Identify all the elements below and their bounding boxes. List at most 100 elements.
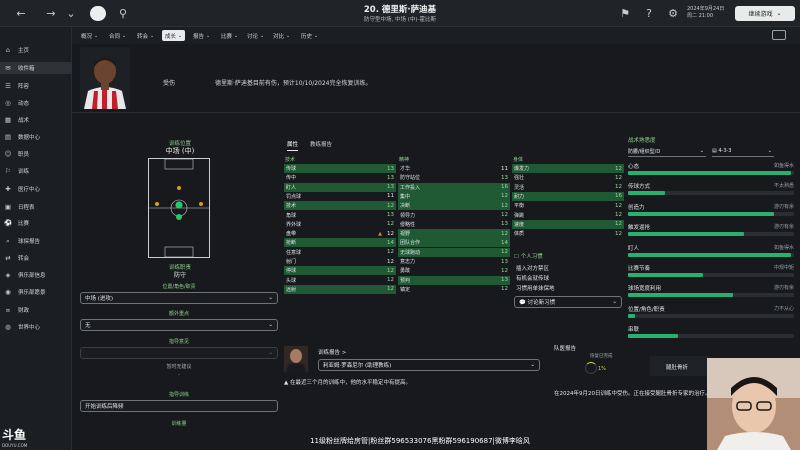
familiarity-row[interactable]: 串联 <box>628 324 794 341</box>
forward-arrow-icon[interactable]: → <box>42 5 60 22</box>
sidebar-item[interactable]: ◍ 世界中心 <box>0 321 72 333</box>
attribute-row[interactable]: 团队合作 14 <box>398 238 510 248</box>
attribute-row[interactable]: 抢断 14 <box>284 238 396 248</box>
tab-item[interactable]: 成长 ⌄ <box>162 30 186 41</box>
sidebar-item[interactable]: ▣ 日程表 <box>0 201 72 213</box>
attribute-row[interactable]: 灵活 12 <box>512 183 624 192</box>
attribute-row[interactable]: 头球 12 <box>284 276 396 285</box>
familiarity-row[interactable]: 心态 如鱼得水 <box>628 161 794 178</box>
familiarity-row[interactable]: 位置/角色/职责 力不从心 <box>628 304 794 321</box>
attribute-row[interactable]: 强壮 12 <box>512 173 624 182</box>
screen-capture-icon[interactable] <box>772 30 786 40</box>
attribute-row[interactable]: 视野 12 <box>398 229 510 239</box>
tab-item[interactable]: 合同 ⌄ <box>106 30 129 41</box>
tab-item[interactable]: 比赛 ⌄ <box>218 30 241 41</box>
attribute-value: 12 <box>501 212 508 218</box>
attribute-row[interactable]: 体质 12 <box>512 229 624 238</box>
attribute-row[interactable]: 侵略性 13 <box>398 220 510 229</box>
attribute-row[interactable]: 盯人 13 <box>284 182 396 192</box>
familiarity-row[interactable]: 触发逼抢 游刃有余 <box>628 222 794 239</box>
attribute-value: 12 <box>615 165 622 172</box>
familiarity-row[interactable]: 创造力 游刃有余 <box>628 202 794 219</box>
help-icon[interactable]: ? <box>640 5 658 22</box>
sidebar-item[interactable]: ✚ 医疗中心 <box>0 183 72 195</box>
tab-item[interactable]: 讨论 ⌄ <box>244 30 267 41</box>
sidebar-item[interactable]: ✉ 收件箱 <box>0 62 72 74</box>
tactical-role-select[interactable]: 防腰/组织型/D ⌄ <box>628 146 706 157</box>
discuss-habit-select[interactable]: 💬 讨论新习惯 ⌄ <box>514 296 622 308</box>
attribute-row[interactable]: 工作投入 16 <box>398 182 510 192</box>
settings-gear-icon[interactable]: ⚙ <box>664 5 682 22</box>
attribute-row[interactable]: 耐力 16 <box>512 191 624 201</box>
attribute-value: 12 <box>615 184 622 191</box>
attribute-row[interactable]: 无球跑动 12 <box>398 247 510 257</box>
attribute-row[interactable]: 领导力 12 <box>398 211 510 220</box>
attribute-row[interactable]: 预判 13 <box>398 275 510 285</box>
advice-select[interactable]: ⌄ <box>80 347 278 359</box>
guided-training-select[interactable]: 开始训练后降频 <box>80 400 278 412</box>
sidebar-item[interactable]: ⇄ 转会 <box>0 252 72 264</box>
familiarity-row[interactable]: 盯人 如鱼得水 <box>628 243 794 260</box>
attribute-row[interactable]: 射门 12 <box>284 257 396 266</box>
extra-focus-select[interactable]: 无 ⌄ <box>80 319 278 331</box>
attribute-value: 13 <box>387 184 394 191</box>
sidebar-item[interactable]: ▦ 战术 <box>0 114 72 126</box>
attribute-row[interactable]: 远射 12 <box>284 284 396 294</box>
attribute-row[interactable]: 传中 13 <box>284 173 396 182</box>
attribute-value: 13 <box>501 258 508 265</box>
position-pitch[interactable] <box>148 158 210 258</box>
attribute-row[interactable]: 才华 11 <box>398 164 510 173</box>
formation-select[interactable]: ▤ 4-3-3 ⌄ <box>712 146 774 157</box>
sidebar-item[interactable]: ▤ 数据中心 <box>0 131 72 143</box>
sidebar-item[interactable]: ¤ 财政 <box>0 304 72 316</box>
attribute-row[interactable]: 速度 12 <box>512 219 624 229</box>
attribute-row[interactable]: 界外球 12 <box>284 220 396 229</box>
search-icon[interactable]: ⚲ <box>114 5 132 22</box>
dropdown-chevron-icon[interactable]: ⌄ <box>62 5 80 22</box>
club-crest-logo[interactable] <box>90 6 106 21</box>
tab-attributes[interactable]: 属性 <box>287 140 299 151</box>
back-arrow-icon[interactable]: ← <box>12 5 30 22</box>
attribute-row[interactable]: 角球 13 <box>284 211 396 220</box>
tab-item[interactable]: 转会 ⌄ <box>134 30 157 41</box>
familiarity-row[interactable]: 比赛节奏 中规中矩 <box>628 263 794 280</box>
attribute-row[interactable]: 爆发力 12 <box>512 164 624 173</box>
attribute-row[interactable]: 勇敢 12 <box>398 266 510 275</box>
tab-item[interactable]: 历史 ⌄ <box>298 30 321 41</box>
tab-item[interactable]: 对比 ⌄ <box>270 30 293 41</box>
tab-item[interactable]: 概况 ⌄ <box>78 30 101 41</box>
attribute-name: 视野 <box>400 231 411 238</box>
attribute-row[interactable]: 集中 12 <box>398 191 510 201</box>
sidebar-item[interactable]: ☺ 职员 <box>0 148 72 160</box>
sidebar-item[interactable]: ◉ 俱乐部愿景 <box>0 286 72 298</box>
sidebar-item[interactable]: ⚽ 比赛 <box>0 217 72 229</box>
training-report-link[interactable]: 训练报告 > <box>318 348 346 356</box>
attribute-row[interactable]: 任意球 12 <box>284 248 396 257</box>
sidebar-item[interactable]: ☰ 阵容 <box>0 80 72 92</box>
pos-role-select[interactable]: 中场 (进攻) ⌄ <box>80 292 278 304</box>
attribute-row[interactable]: 传球 13 <box>284 164 396 173</box>
attribute-row[interactable]: 意志力 13 <box>398 257 510 266</box>
familiarity-row[interactable]: 球场宽度利用 游刃有余 <box>628 283 794 300</box>
attribute-row[interactable]: 弹跳 12 <box>512 211 624 220</box>
tab-coach-report[interactable]: 教练报告 <box>310 140 332 150</box>
continue-button[interactable]: 继续游戏 ⌄ <box>735 6 795 21</box>
familiarity-row[interactable]: 传球方式 不太熟悉 <box>628 181 794 198</box>
tab-item[interactable]: 报告 ⌄ <box>190 30 213 41</box>
attribute-row[interactable]: 决断 12 <box>398 201 510 211</box>
coach-select[interactable]: 利亚姆·罗森尼尔 (助理教练) ⌄ <box>318 359 540 371</box>
attribute-row[interactable]: 技术 12 <box>284 201 396 211</box>
sidebar-item[interactable]: ⌕ 球探报告 <box>0 235 72 247</box>
attribute-row[interactable]: 盘带 ▲ 12 <box>284 229 396 238</box>
attribute-row[interactable]: 镇定 12 <box>398 285 510 294</box>
attribute-row[interactable]: 罚点球 11 <box>284 192 396 201</box>
sidebar-item[interactable]: ⚐ 训练 <box>0 165 72 177</box>
attribute-row[interactable]: 平衡 12 <box>512 201 624 210</box>
manager-badge-icon[interactable]: ⚑ <box>616 5 634 22</box>
sidebar-item[interactable]: ◎ 动态 <box>0 97 72 109</box>
attribute-row[interactable]: 停球 12 <box>284 266 396 276</box>
sidebar-item[interactable]: ⌂ 主页 <box>0 44 72 56</box>
attribute-row[interactable]: 防守站位 13 <box>398 173 510 182</box>
sidebar-item[interactable]: ◈ 俱乐部信息 <box>0 269 72 281</box>
familiarity-bar-fill <box>628 293 733 298</box>
